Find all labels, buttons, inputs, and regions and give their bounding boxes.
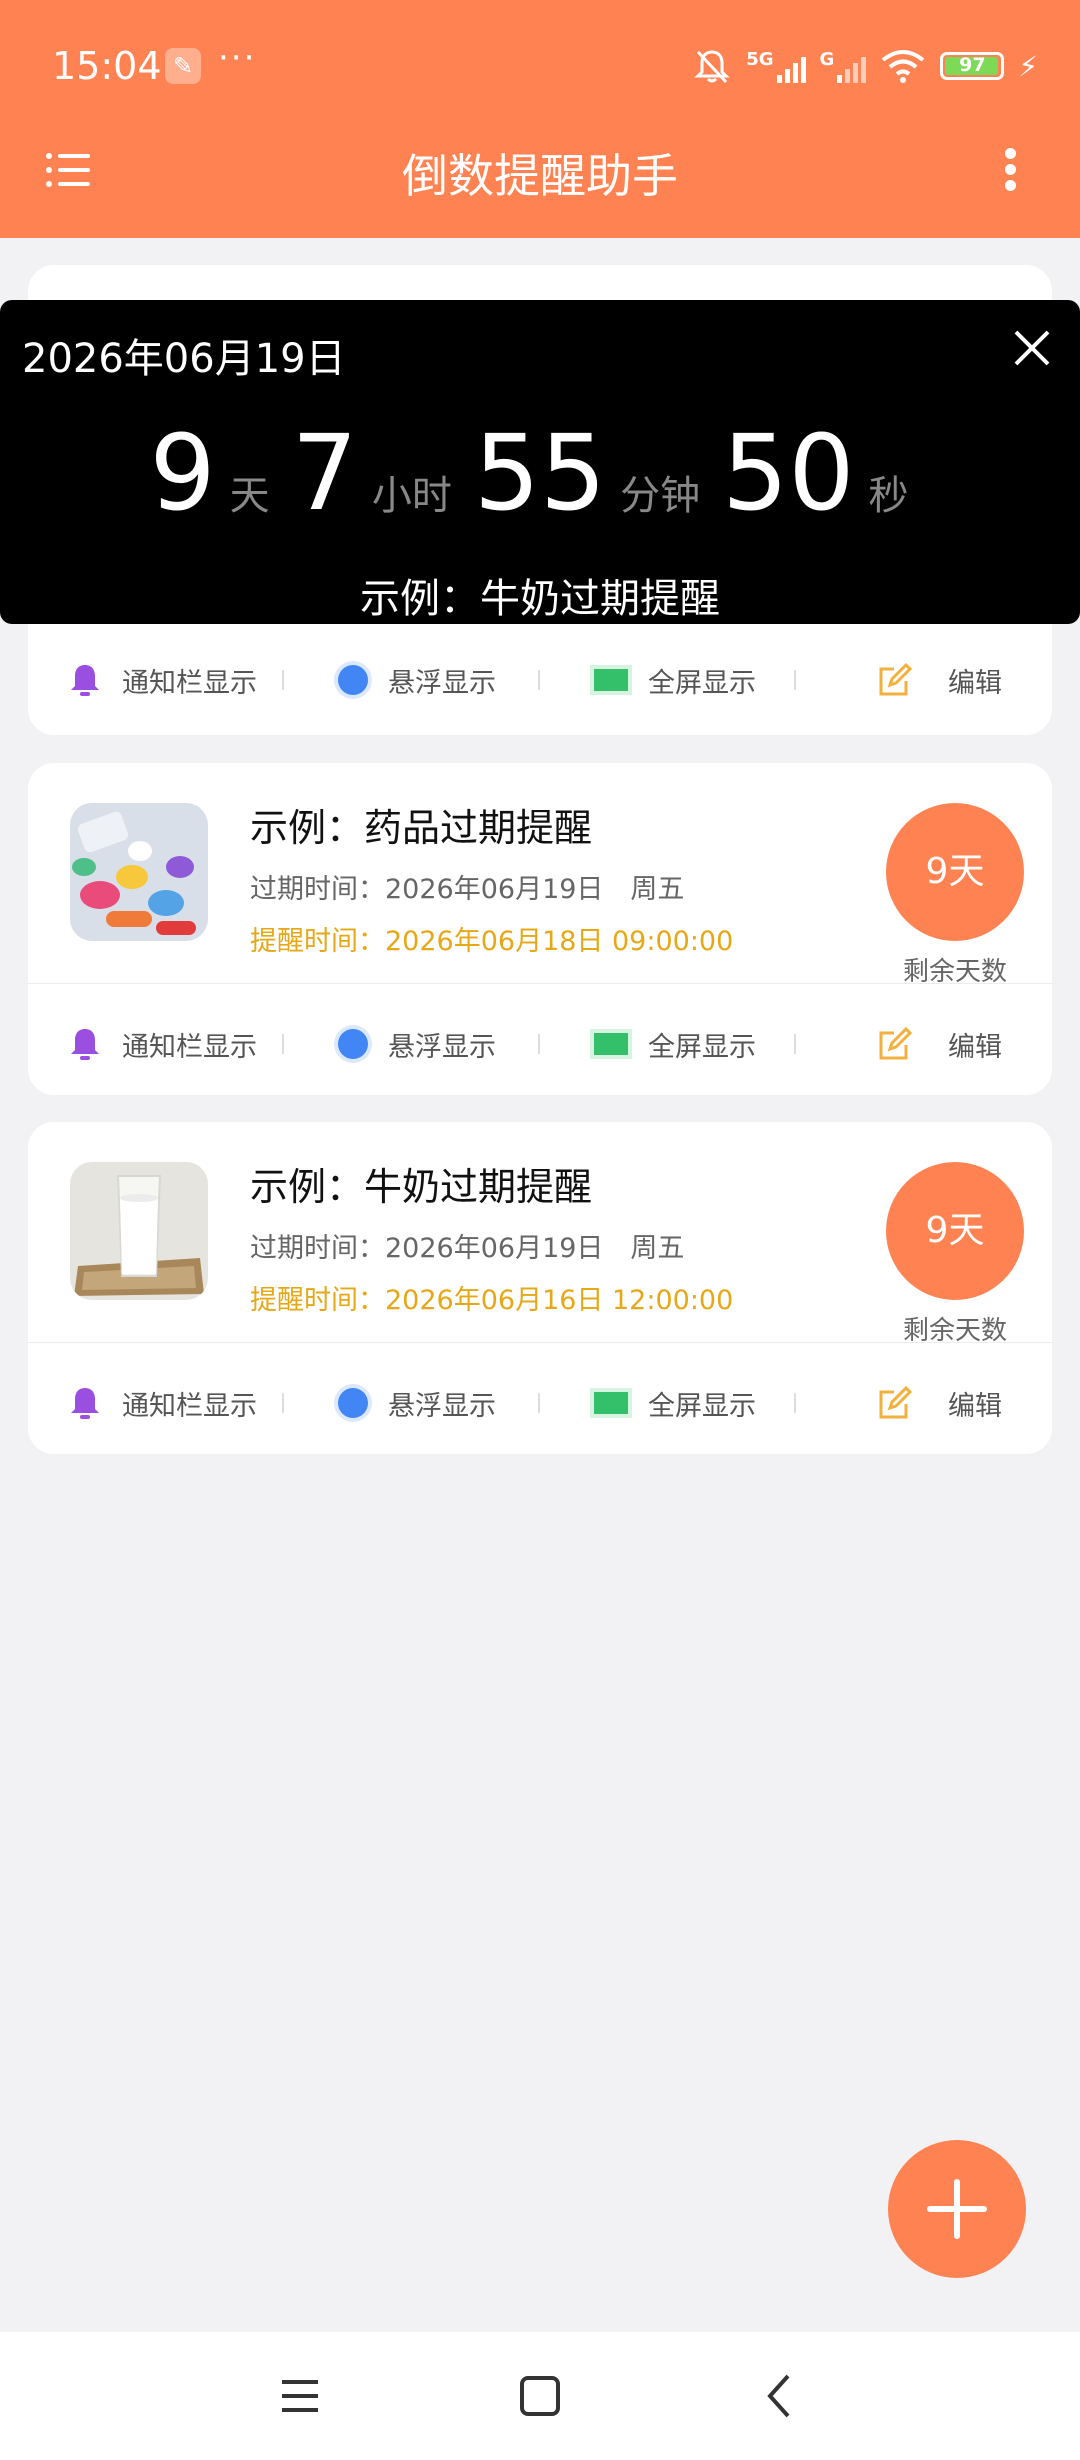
bell-icon bbox=[71, 1029, 99, 1060]
countdown-hours: 7 bbox=[291, 412, 358, 534]
days-left-badge: 9天 bbox=[886, 1162, 1024, 1300]
edit-label: 编辑 bbox=[948, 667, 1002, 699]
countdown-seconds: 50 bbox=[722, 412, 855, 534]
countdown-minutes: 55 bbox=[473, 412, 607, 534]
battery-level: 97 bbox=[959, 54, 986, 76]
countdown-hours-unit: 小时 bbox=[371, 473, 452, 519]
float-label: 悬浮显示 bbox=[388, 1390, 496, 1422]
more-dots-icon: ··· bbox=[218, 38, 257, 78]
edit-button[interactable]: 编辑 bbox=[876, 1348, 1002, 1458]
float-option[interactable]: 悬浮显示 bbox=[338, 1348, 496, 1458]
divider bbox=[28, 1342, 1052, 1343]
card-expiry-time: 过期时间：2026年06月19日 周五 bbox=[250, 1233, 685, 1264]
battery-icon: 97 bbox=[940, 52, 1005, 80]
card-remind-time: 提醒时间：2026年06月16日 12:00:00 bbox=[250, 1285, 734, 1316]
edit-button[interactable]: 编辑 bbox=[876, 625, 1002, 735]
card-options: 通知栏显示 悬浮显示 全屏显示 编辑 bbox=[28, 625, 1052, 735]
system-nav-bar bbox=[0, 2332, 1080, 2460]
card-expiry-time: 过期时间：2026年06月19日 周五 bbox=[250, 874, 685, 905]
signal-g-label: G bbox=[819, 49, 835, 70]
more-vertical-icon[interactable] bbox=[1000, 148, 1022, 192]
status-icons: 5G G 97 ⚡ bbox=[692, 44, 1038, 88]
notify-option[interactable]: 通知栏显示 bbox=[68, 625, 257, 735]
notify-label: 通知栏显示 bbox=[122, 667, 257, 699]
reminder-card-2[interactable]: 示例：药品过期提醒 过期时间：2026年06月19日 周五 提醒时间：2026年… bbox=[28, 763, 1052, 1095]
milk-glass-image bbox=[70, 1162, 208, 1300]
nav-back-icon[interactable] bbox=[752, 2368, 808, 2424]
edit-icon bbox=[879, 1385, 913, 1419]
card-options: 通知栏显示 悬浮显示 全屏显示 编辑 bbox=[28, 989, 1052, 1099]
fullscreen-icon bbox=[594, 1392, 628, 1414]
float-option[interactable]: 悬浮显示 bbox=[338, 989, 496, 1099]
separator bbox=[538, 1034, 540, 1054]
charging-icon: ⚡ bbox=[1018, 49, 1038, 83]
countdown-display: 9 天 7 小时 55 分钟 50 秒 bbox=[0, 412, 1080, 534]
separator bbox=[282, 1034, 284, 1054]
bell-icon bbox=[71, 665, 99, 696]
wifi-icon bbox=[882, 50, 925, 83]
days-left-badge: 9天 bbox=[886, 803, 1024, 941]
fullscreen-label: 全屏显示 bbox=[648, 1031, 756, 1063]
separator bbox=[538, 1393, 540, 1413]
fullscreen-option[interactable]: 全屏显示 bbox=[594, 625, 756, 735]
fullscreen-icon bbox=[594, 1033, 628, 1055]
separator bbox=[794, 1034, 796, 1054]
overlay-title: 示例：牛奶过期提醒 bbox=[360, 576, 720, 622]
card-remind-time: 提醒时间：2026年06月18日 09:00:00 bbox=[250, 926, 734, 957]
countdown-days: 9 bbox=[149, 412, 216, 534]
fullscreen-label: 全屏显示 bbox=[648, 667, 756, 699]
fullscreen-option[interactable]: 全屏显示 bbox=[594, 1348, 756, 1458]
float-dot-icon bbox=[338, 665, 368, 695]
bell-icon bbox=[71, 1388, 99, 1419]
card-title: 示例：药品过期提醒 bbox=[250, 806, 593, 850]
add-reminder-button[interactable] bbox=[888, 2140, 1026, 2278]
separator bbox=[794, 670, 796, 690]
countdown-days-unit: 天 bbox=[229, 473, 270, 519]
notify-label: 通知栏显示 bbox=[122, 1031, 257, 1063]
nav-menu-icon[interactable] bbox=[272, 2368, 328, 2424]
float-label: 悬浮显示 bbox=[388, 667, 496, 699]
fullscreen-label: 全屏显示 bbox=[648, 1390, 756, 1422]
float-dot-icon bbox=[338, 1029, 368, 1059]
notify-option[interactable]: 通知栏显示 bbox=[68, 989, 257, 1099]
edit-button[interactable]: 编辑 bbox=[876, 989, 1002, 1099]
wrench-icon: ✎ bbox=[165, 48, 201, 84]
edit-icon bbox=[879, 1026, 913, 1060]
card-title: 示例：牛奶过期提醒 bbox=[250, 1165, 593, 1209]
signal-5g-icon: 5G bbox=[746, 49, 806, 83]
separator bbox=[282, 1393, 284, 1413]
float-option[interactable]: 悬浮显示 bbox=[338, 625, 496, 735]
reminder-card-3[interactable]: 示例：牛奶过期提醒 过期时间：2026年06月19日 周五 提醒时间：2026年… bbox=[28, 1122, 1052, 1454]
notify-option[interactable]: 通知栏显示 bbox=[68, 1348, 257, 1458]
fullscreen-option[interactable]: 全屏显示 bbox=[594, 989, 756, 1099]
bell-muted-icon bbox=[694, 50, 730, 84]
separator bbox=[794, 1393, 796, 1413]
notify-label: 通知栏显示 bbox=[122, 1390, 257, 1422]
status-bar: 15:04 ✎ ··· 5G G 97 ⚡ bbox=[0, 0, 1080, 135]
close-icon[interactable] bbox=[1010, 326, 1054, 370]
signal-5g-label: 5G bbox=[746, 49, 774, 70]
overlay-date: 2026年06月19日 bbox=[22, 336, 346, 382]
app-header: 15:04 ✎ ··· 5G G 97 ⚡ 倒数提醒助手 bbox=[0, 0, 1080, 238]
fullscreen-icon bbox=[594, 669, 628, 691]
medicine-pills-image bbox=[70, 803, 208, 941]
float-label: 悬浮显示 bbox=[388, 1031, 496, 1063]
separator bbox=[538, 670, 540, 690]
edit-icon bbox=[879, 662, 913, 696]
status-time: 15:04 bbox=[52, 44, 162, 88]
divider bbox=[28, 983, 1052, 984]
countdown-minutes-unit: 分钟 bbox=[620, 473, 701, 519]
edit-label: 编辑 bbox=[948, 1031, 1002, 1063]
floating-countdown-overlay[interactable]: 2026年06月19日 9 天 7 小时 55 分钟 50 秒 示例：牛奶过期提醒 bbox=[0, 300, 1080, 624]
page-title: 倒数提醒助手 bbox=[402, 149, 678, 203]
card-options: 通知栏显示 悬浮显示 全屏显示 编辑 bbox=[28, 1348, 1052, 1458]
countdown-seconds-unit: 秒 bbox=[868, 473, 909, 519]
signal-g-icon: G bbox=[820, 49, 867, 83]
edit-label: 编辑 bbox=[948, 1390, 1002, 1422]
float-dot-icon bbox=[338, 1388, 368, 1418]
separator bbox=[282, 670, 284, 690]
nav-home-icon[interactable] bbox=[512, 2368, 568, 2424]
